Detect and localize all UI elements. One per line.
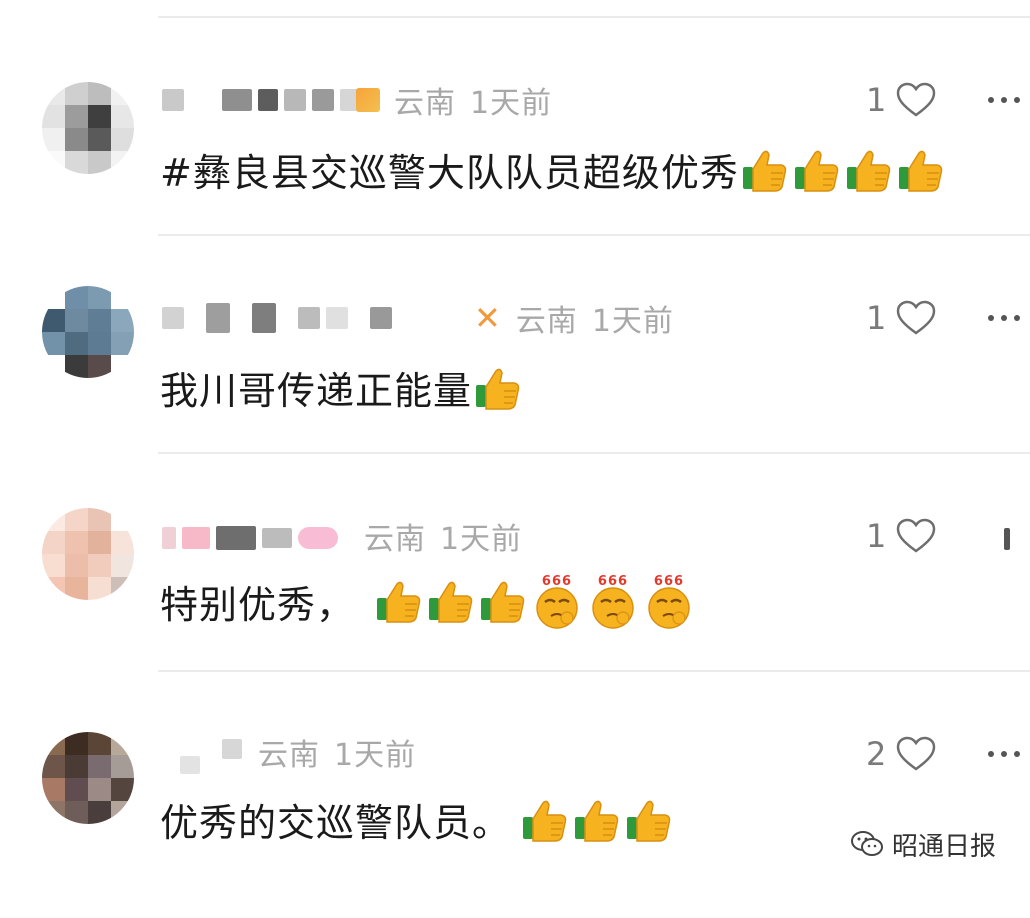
thumbs-up-icon: [479, 578, 527, 624]
thumbs-up-icon: [521, 797, 569, 843]
like-button[interactable]: 1: [866, 78, 936, 122]
avatar[interactable]: [42, 82, 134, 174]
comment-text-row: 优秀的交巡警队员。: [160, 792, 673, 847]
thumbs-up-icon: [573, 797, 621, 843]
like-button[interactable]: 1: [866, 296, 936, 340]
username-blurred[interactable]: [162, 738, 242, 774]
like-count: 2: [866, 735, 887, 773]
wechat-icon: [850, 829, 884, 859]
dot: [988, 97, 994, 103]
comment-text-row: 特别优秀， 666 666 666: [160, 572, 695, 630]
heart-icon: [896, 736, 936, 772]
comment-text-row: 我川哥传递正能量: [160, 360, 522, 415]
avatar[interactable]: [42, 732, 134, 824]
thumbs-up-icon: [793, 147, 841, 193]
svg-text:666: 666: [654, 574, 684, 589]
emoji-row: [521, 797, 673, 843]
comment-meta: ✕ 云南 1天前: [474, 298, 674, 339]
dot: [1014, 751, 1020, 757]
thumbs-up-icon: [375, 578, 423, 624]
top-divider: [158, 16, 1030, 18]
thumbs-up-icon: [741, 147, 789, 193]
username-blurred[interactable]: [162, 300, 392, 336]
dot: [988, 751, 994, 757]
comment-text: 优秀的交巡警队员。: [160, 801, 512, 845]
comment-text: 特别优秀，: [160, 582, 356, 627]
comment-meta: 云南 1天前: [364, 516, 523, 557]
comment-item: 云南 1天前 优秀的交巡警队员。 2: [0, 718, 1030, 918]
location: 云南: [515, 304, 578, 339]
avatar[interactable]: [42, 508, 134, 600]
timestamp: 1天前: [334, 738, 417, 773]
dot: [1001, 751, 1007, 757]
like-count: 1: [866, 517, 887, 555]
thumbs-up-icon: [845, 147, 893, 193]
timestamp: 1天前: [591, 304, 674, 339]
fans-badge-icon: [356, 88, 380, 112]
dot: [1001, 315, 1007, 321]
like-button[interactable]: 2: [866, 732, 936, 776]
comment-item: 云南 1天前 特别优秀， 666 666 666 1: [0, 504, 1030, 704]
more-options-button[interactable]: [1004, 528, 1010, 550]
thumbs-up-icon: [625, 797, 673, 843]
timestamp: 1天前: [440, 522, 523, 557]
comment-item: 云南 1天前 #彝良县交巡警大队队员超级优秀 1: [0, 70, 1030, 270]
thumbs-up-icon: [897, 147, 945, 193]
emoji-666-icon: 666: [531, 572, 583, 630]
dot: [1014, 97, 1020, 103]
watermark: 昭通日报: [850, 826, 996, 862]
dot: [988, 315, 994, 321]
comment-meta: 云南 1天前: [356, 80, 553, 121]
comment-text: 我川哥传递正能量: [160, 369, 473, 413]
emoji-row: [741, 147, 945, 193]
like-count: 1: [866, 299, 887, 337]
emoji-666-icon: 666: [643, 572, 695, 630]
username-blurred[interactable]: [162, 82, 362, 118]
heart-icon: [896, 82, 936, 118]
timestamp: 1天前: [470, 86, 553, 121]
emoji-666-icon: 666: [587, 572, 639, 630]
dot: [1014, 315, 1020, 321]
more-options-button[interactable]: [988, 744, 1020, 764]
like-count: 1: [866, 81, 887, 119]
location: 云南: [394, 86, 456, 121]
heart-icon: [896, 300, 936, 336]
comment-text: #彝良县交巡警大队队员超级优秀: [160, 151, 739, 195]
svg-text:666: 666: [542, 574, 572, 589]
emoji-row: 666 666 666: [375, 572, 695, 630]
heart-icon: [896, 518, 936, 554]
avatar[interactable]: [42, 286, 134, 378]
location: 云南: [258, 738, 320, 773]
dot: [1001, 97, 1007, 103]
more-options-button[interactable]: [988, 90, 1020, 110]
comment-divider: [158, 670, 1030, 672]
svg-text:666: 666: [598, 574, 628, 589]
comment-item: ✕ 云南 1天前 我川哥传递正能量 1: [0, 286, 1030, 486]
like-button[interactable]: 1: [866, 514, 936, 558]
thumbs-up-icon: [474, 365, 522, 411]
more-options-button[interactable]: [988, 308, 1020, 328]
watermark-text: 昭通日报: [892, 831, 997, 862]
comment-meta: 云南 1天前: [258, 732, 417, 773]
swirl-badge-icon: ✕: [474, 299, 502, 337]
comment-divider: [158, 452, 1030, 454]
comment-divider: [158, 234, 1030, 236]
comment-text-row: #彝良县交巡警大队队员超级优秀: [160, 142, 945, 197]
location: 云南: [364, 522, 426, 557]
emoji-row: [474, 365, 522, 411]
username-blurred[interactable]: [162, 520, 338, 556]
thumbs-up-icon: [427, 578, 475, 624]
